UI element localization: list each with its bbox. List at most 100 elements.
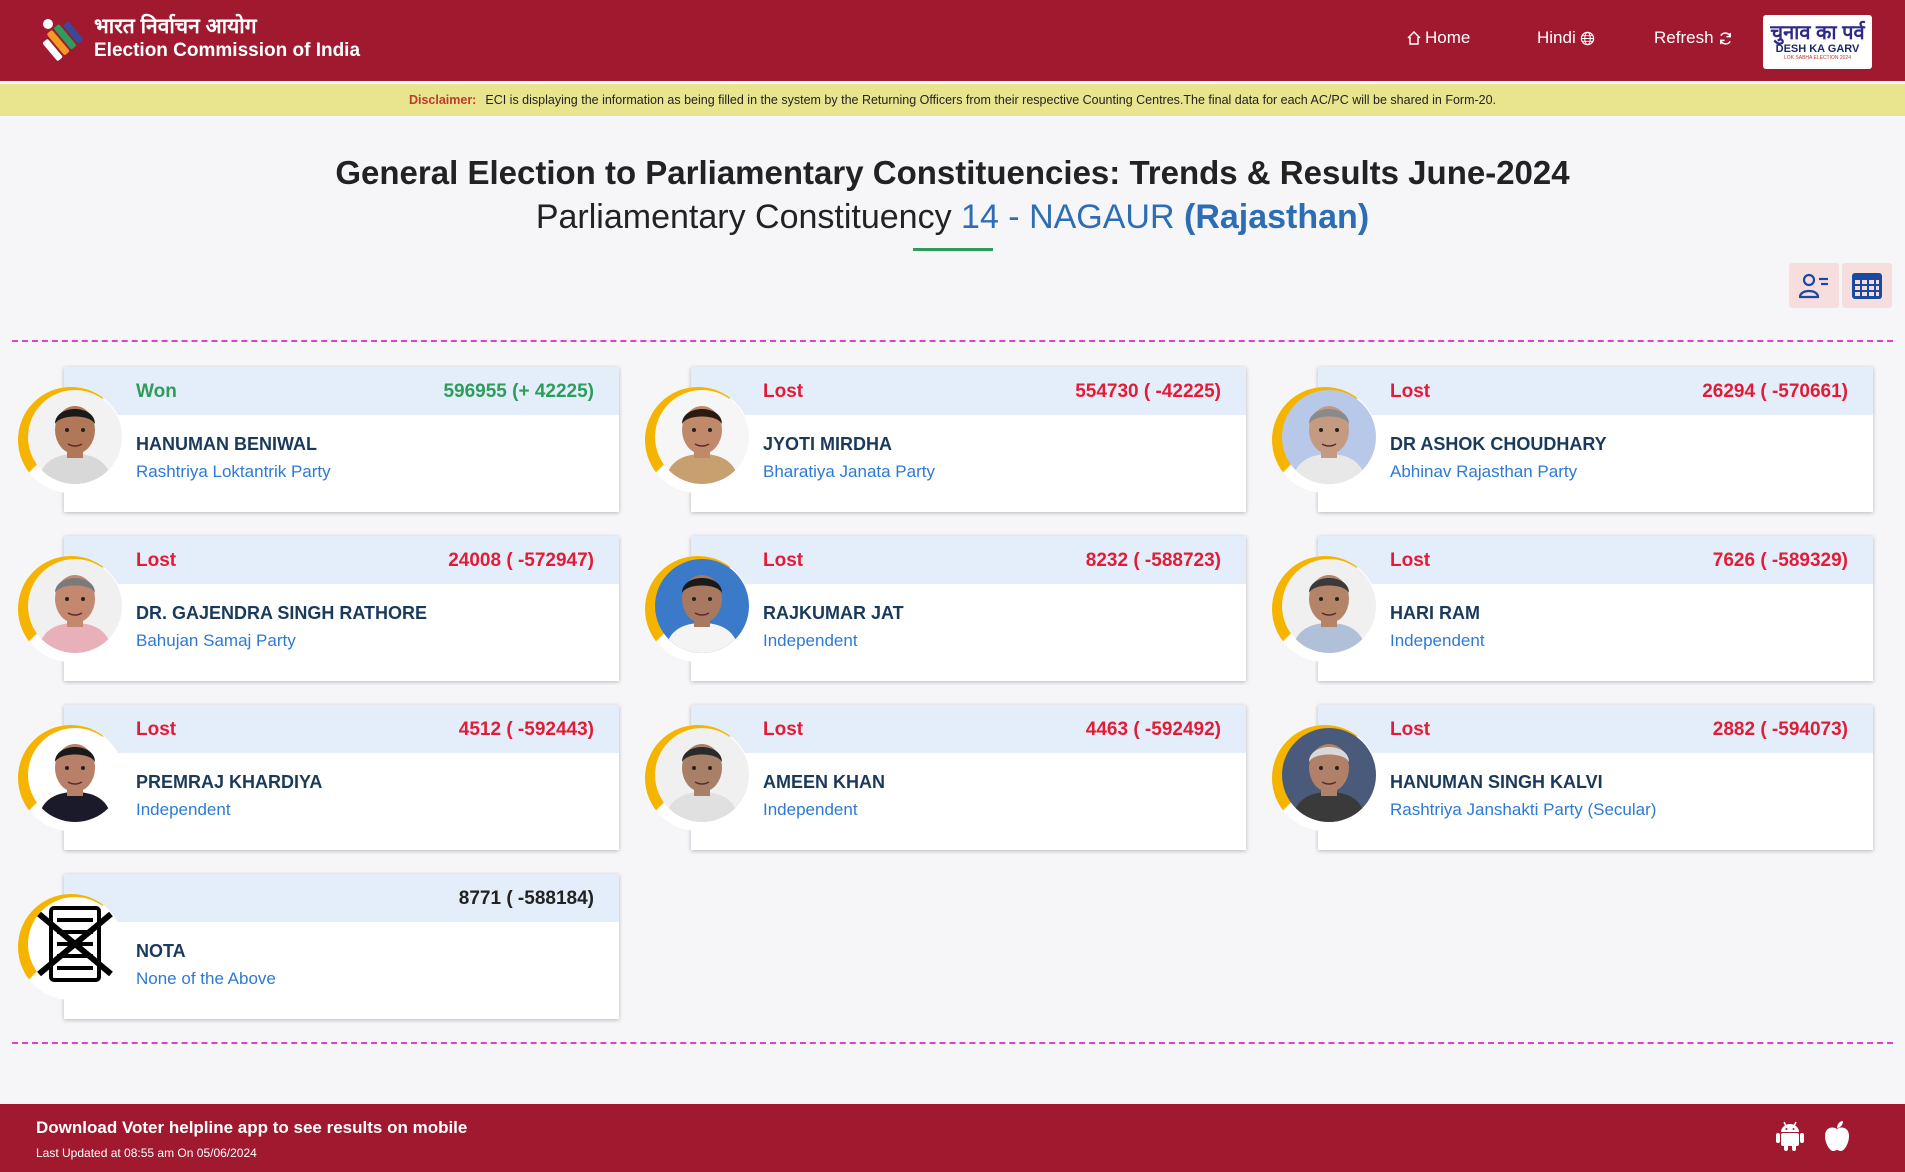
candidate-name: PREMRAJ KHARDIYA	[136, 772, 323, 792]
candidate-photo-frame	[1272, 387, 1378, 493]
candidate-photo	[28, 390, 122, 484]
table-icon	[1852, 272, 1882, 299]
badge-hindi-text: चुनाव का पर्व	[1770, 22, 1865, 44]
candidate-votes: 554730 ( -42225)	[1075, 381, 1221, 402]
constituency-title: Parliamentary Constituency 14 - NAGAUR (…	[0, 198, 1905, 237]
candidate-status: Lost	[136, 550, 177, 571]
brand-english-title: Election Commission of India	[94, 40, 361, 61]
section-divider-bottom	[12, 1042, 1893, 1044]
candidate-status: Lost	[1390, 719, 1431, 740]
candidate-name: DR. GAJENDRA SINGH RATHORE	[136, 603, 428, 623]
eci-logo-icon	[43, 19, 83, 61]
brand-logo-link[interactable]: भारत निर्वाचन आयोग Election Commission o…	[34, 12, 360, 66]
user-list-icon	[1799, 273, 1828, 298]
badge-english-text: DESH KA GARV	[1775, 43, 1860, 55]
candidate-card[interactable]: Lost 8232 ( -588723) RAJKUMAR JAT Independe…	[691, 536, 1246, 681]
candidate-votes: 596955 (+ 42225)	[443, 381, 594, 402]
candidate-party: None of the Above	[136, 969, 276, 988]
section-divider-top	[12, 340, 1893, 342]
nav-language-hindi[interactable]: Hindi	[1537, 28, 1595, 48]
candidate-photo	[1282, 559, 1376, 653]
candidate-photo	[1282, 390, 1376, 484]
constituency-state: (Rajasthan)	[1184, 198, 1370, 236]
disclaimer-label: Disclaimer:	[408, 93, 477, 107]
candidate-name: HANUMAN SINGH KALVI	[1390, 772, 1603, 792]
candidate-party: Rashtriya Loktantrik Party	[136, 462, 331, 481]
candidate-photo-frame	[1272, 556, 1378, 662]
globe-icon	[1580, 31, 1594, 45]
candidate-photo-frame	[1272, 725, 1378, 831]
nota-icon	[28, 897, 122, 991]
candidate-party: Independent	[763, 631, 858, 650]
candidate-status: Lost	[136, 719, 177, 740]
disclaimer-banner: Disclaimer: ECI is displaying the inform…	[0, 84, 1905, 116]
candidate-card[interactable]: Lost 7626 ( -589329) HARI RAM Independent	[1318, 536, 1873, 681]
candidate-status: Lost	[763, 381, 804, 402]
candidate-party: Bahujan Samaj Party	[136, 631, 296, 650]
candidate-votes: 2882 ( -594073)	[1712, 719, 1848, 740]
title-underline	[913, 248, 993, 251]
candidate-photo-frame	[645, 556, 751, 662]
constituency-prefix: Parliamentary Constituency	[535, 198, 952, 236]
candidate-photo-frame	[18, 556, 124, 662]
candidate-photo-frame	[645, 387, 751, 493]
candidate-card[interactable]: Lost 2882 ( -594073) HANUMAN SINGH KALVI Ra…	[1318, 705, 1873, 850]
nav-hindi-label: Hindi	[1537, 28, 1576, 47]
candidate-party: Rashtriya Janshakti Party (Secular)	[1390, 800, 1657, 819]
candidate-name: HARI RAM	[1390, 603, 1480, 623]
candidate-photo-frame	[645, 725, 751, 831]
candidate-photo	[655, 390, 749, 484]
nav-home-label: Home	[1425, 28, 1471, 47]
candidate-party: Independent	[136, 800, 231, 819]
apple-icon[interactable]	[1823, 1120, 1851, 1152]
header-bar: भारत निर्वाचन आयोग Election Commission o…	[0, 0, 1905, 81]
footer-last-updated: Last Updated at 08:55 am On 05/06/2024	[36, 1146, 257, 1160]
candidate-status: Won	[136, 381, 177, 402]
candidate-votes: 4512 ( -592443)	[458, 719, 594, 740]
nav-refresh[interactable]: Refresh	[1654, 28, 1733, 48]
disclaimer-text: ECI is displaying the information as bei…	[485, 93, 1497, 107]
candidate-votes: 8232 ( -588723)	[1085, 550, 1221, 571]
candidate-card[interactable]: Lost 554730 ( -42225) JYOTI MIRDHA Bharatiy…	[691, 367, 1246, 512]
brand-hindi-title: भारत निर्वाचन आयोग	[94, 15, 257, 38]
candidate-card[interactable]: Lost 4512 ( -592443) PREMRAJ KHARDIYA Indep…	[64, 705, 619, 850]
candidate-photo	[1282, 728, 1376, 822]
candidate-card[interactable]: Lost 24008 ( -572947) DR. GAJENDRA SINGH R…	[64, 536, 619, 681]
table-view-button[interactable]	[1842, 263, 1892, 308]
candidate-votes: 8771 ( -588184)	[458, 888, 594, 909]
candidate-card[interactable]: Won 596955 (+ 42225) HANUMAN BENIWAL Rashtr…	[64, 367, 619, 512]
candidate-status: Lost	[763, 550, 804, 571]
candidate-card[interactable]: Lost 26294 ( -570661) DR ASHOK CHOUDHARY Ab…	[1318, 367, 1873, 512]
candidate-name: AMEEN KHAN	[763, 772, 886, 792]
candidate-view-button[interactable]	[1789, 263, 1839, 308]
candidate-status: Lost	[1390, 381, 1431, 402]
candidate-name: JYOTI MIRDHA	[763, 434, 893, 454]
refresh-icon	[1719, 31, 1731, 45]
candidate-votes: 26294 ( -570661)	[1702, 381, 1848, 402]
candidate-name: RAJKUMAR JAT	[763, 603, 904, 623]
constituency-name: 14 - NAGAUR	[961, 198, 1175, 236]
candidate-party: Independent	[1390, 631, 1485, 650]
candidate-photo	[655, 559, 749, 653]
candidate-photo-frame	[18, 894, 124, 1000]
candidate-party: Bharatiya Janata Party	[763, 462, 935, 481]
candidate-photo	[28, 728, 122, 822]
home-icon	[1407, 30, 1421, 45]
nav-home[interactable]: Home	[1406, 28, 1470, 48]
candidate-votes: 24008 ( -572947)	[448, 550, 594, 571]
candidate-status: Lost	[1390, 550, 1431, 571]
candidate-votes: 4463 ( -592492)	[1085, 719, 1221, 740]
footer-bar: Download Voter helpline app to see resul…	[0, 1104, 1905, 1172]
candidate-name: DR ASHOK CHOUDHARY	[1390, 434, 1607, 454]
badge-sub-text: LOK SABHA ELECTION 2024	[1784, 55, 1851, 61]
candidate-card[interactable]: Lost 4463 ( -592492) AMEEN KHAN Independent	[691, 705, 1246, 850]
android-icon[interactable]	[1775, 1120, 1805, 1152]
candidate-photo	[655, 728, 749, 822]
candidate-card[interactable]: 8771 ( -588184) NOTA None of the Above	[64, 874, 619, 1019]
candidate-party: Independent	[763, 800, 858, 819]
candidate-party: Abhinav Rajasthan Party	[1390, 462, 1578, 481]
page-title: General Election to Parliamentary Consti…	[335, 154, 1570, 191]
candidate-name: NOTA	[136, 941, 186, 961]
footer-download-text: Download Voter helpline app to see resul…	[36, 1118, 468, 1137]
candidate-status: Lost	[763, 719, 804, 740]
